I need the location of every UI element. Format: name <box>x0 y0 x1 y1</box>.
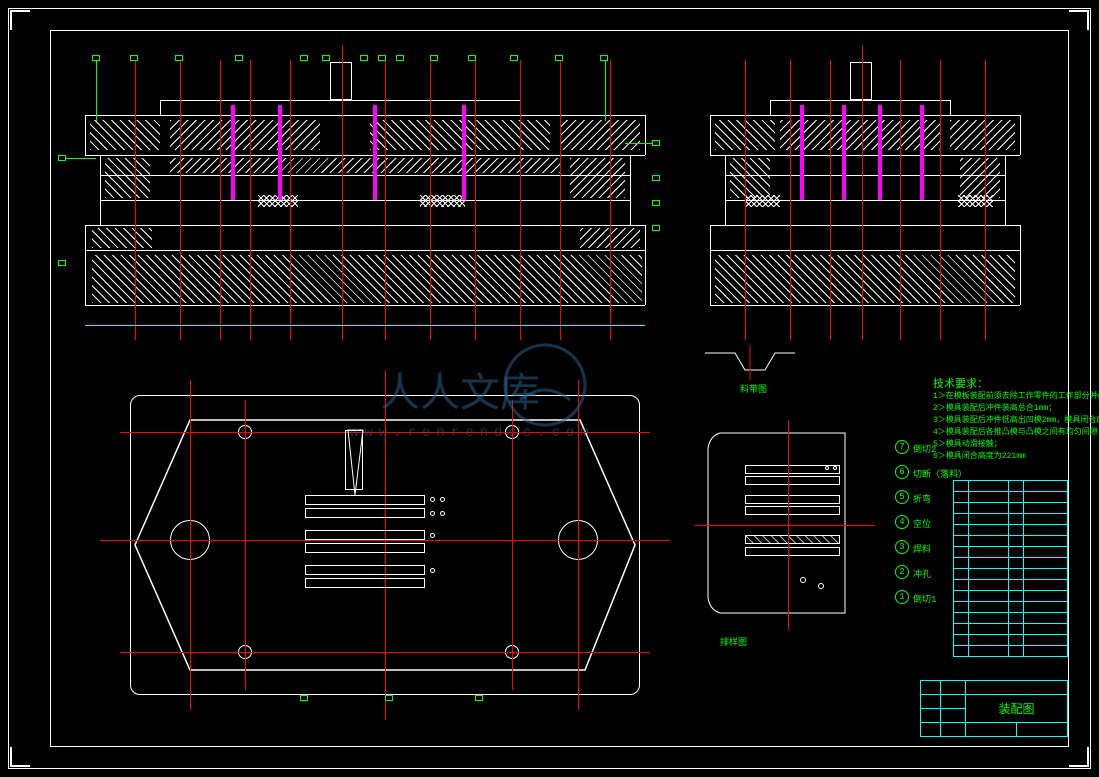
tech-item: 2＞模具装配后冲件装高总合1mm； <box>933 402 1056 413</box>
step-label: 空位 <box>913 517 931 530</box>
drawing-title: 装配图 <box>966 695 1068 723</box>
tech-item: 1＞在模板装配前须去除工作零件的工作部分并研磨锋利 <box>933 390 1099 401</box>
step-num: 5 <box>895 490 909 504</box>
step-num: 4 <box>895 515 909 529</box>
corner-mark <box>1069 10 1089 30</box>
tech-item: 5＞模具动滑接触； <box>933 438 1002 449</box>
tech-item: 6＞模具闭合高度为221mm <box>933 450 1026 461</box>
groove-profile <box>700 345 800 380</box>
title-block: 装配图 <box>920 680 1068 737</box>
step-label: 切断（落料） <box>913 467 967 480</box>
triangle-feature <box>338 425 373 500</box>
step-label: 焊料 <box>913 542 931 555</box>
layout-label: 排样图 <box>720 635 747 648</box>
strip-outline <box>700 428 870 618</box>
corner-mark <box>10 747 30 767</box>
section-label: 料带图 <box>740 382 767 395</box>
tech-heading: 技术要求： <box>933 375 988 391</box>
corner-mark <box>10 10 30 30</box>
step-num: 2 <box>895 565 909 579</box>
step-num: 3 <box>895 540 909 554</box>
step-label: 倒切1 <box>913 592 936 605</box>
corner-mark <box>1069 747 1089 767</box>
step-label: 折弯 <box>913 492 931 505</box>
watermark-logo <box>500 340 590 430</box>
tech-item: 4＞模具装配后各推凸模与凸模之间有均匀间隙 互间间 <box>933 426 1099 437</box>
parts-list <box>953 480 1068 657</box>
step-num: 6 <box>895 465 909 479</box>
step-num: 1 <box>895 590 909 604</box>
tech-item: 3＞模具装配后冲件低高出凹模2mm，模具闭合后合模进入凹 <box>933 414 1099 425</box>
step-num: 7 <box>895 440 909 454</box>
step-label: 冲孔 <box>913 567 931 580</box>
